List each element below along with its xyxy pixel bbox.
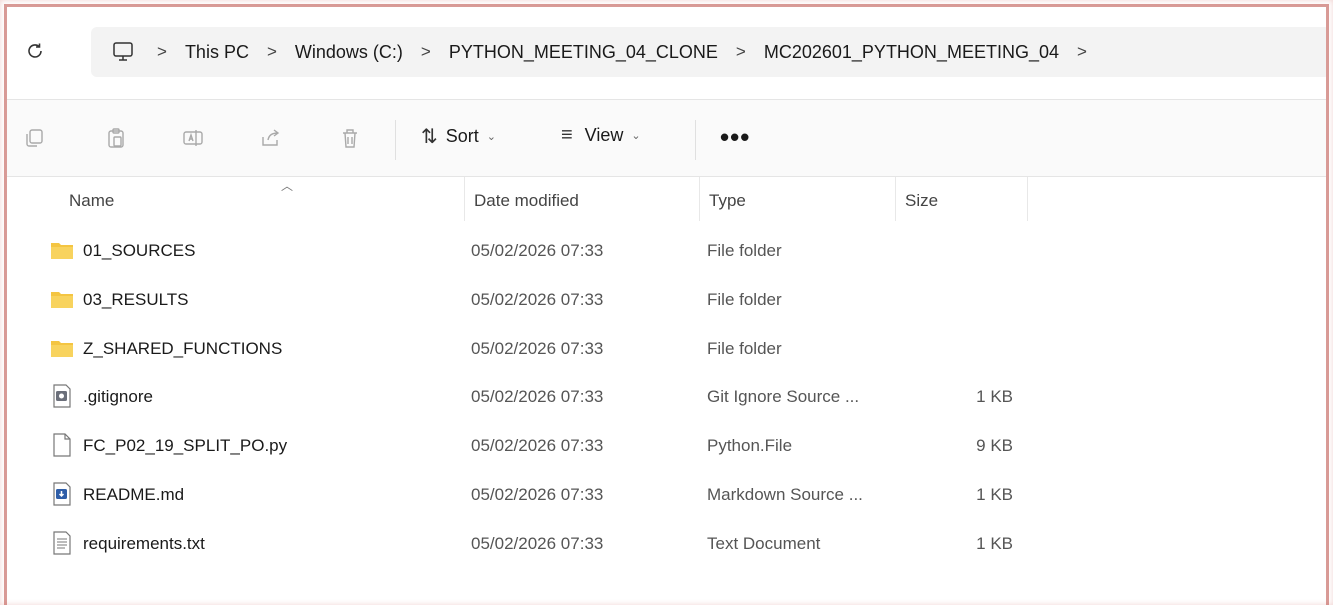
folder-icon: [51, 291, 73, 308]
file-date: 05/02/2026 07:33: [471, 289, 604, 309]
column-header: ︿ Name Date modified Type Size: [7, 177, 1326, 225]
file-type: File folder: [707, 289, 782, 309]
column-name[interactable]: Name: [69, 191, 114, 211]
file-size: 1 KB: [976, 484, 1013, 504]
file-size: 9 KB: [976, 436, 1013, 456]
chevron-right-icon[interactable]: >: [421, 42, 431, 62]
file-type: Git Ignore Source ...: [707, 387, 860, 407]
delete-icon[interactable]: [337, 125, 363, 151]
file-size: 1 KB: [976, 533, 1013, 553]
computer-icon[interactable]: [111, 41, 135, 63]
command-bar: ⇅ Sort ⌄ ≡ View ⌄ •••: [7, 100, 1326, 177]
sort-icon: ⇅: [421, 126, 438, 148]
share-icon[interactable]: [257, 125, 283, 151]
breadcrumb-item-clone-folder[interactable]: PYTHON_MEETING_04_CLONE: [449, 42, 718, 63]
file-type: Python.File: [707, 436, 793, 456]
sort-label: Sort: [445, 126, 479, 146]
sort-button[interactable]: ⇅ Sort ⌄: [421, 124, 496, 149]
address-row: > This PC > Windows (C:) > PYTHON_MEETIN…: [7, 7, 1326, 100]
column-date-modified[interactable]: Date modified: [474, 191, 579, 211]
chevron-right-icon[interactable]: >: [1077, 42, 1087, 62]
sort-ascending-icon: ︿: [281, 179, 294, 193]
file-name: requirements.txt: [83, 533, 205, 553]
column-divider[interactable]: [895, 177, 896, 221]
file-row[interactable]: requirements.txt 05/02/2026 07:33 Text D…: [7, 519, 1326, 568]
text-file-icon: [53, 531, 71, 555]
file-type: Text Document: [707, 533, 821, 553]
file-row[interactable]: FC_P02_19_SPLIT_PO.py 05/02/2026 07:33 P…: [7, 421, 1326, 470]
file-size: 1 KB: [976, 387, 1013, 407]
file-type: Markdown Source ...: [707, 484, 863, 504]
chevron-down-icon: ⌄: [486, 131, 496, 143]
file-name: FC_P02_19_SPLIT_PO.py: [83, 436, 288, 456]
column-size[interactable]: Size: [905, 191, 938, 211]
explorer-window: > This PC > Windows (C:) > PYTHON_MEETIN…: [4, 4, 1329, 605]
file-list: 01_SOURCES 05/02/2026 07:33 File folder …: [7, 226, 1326, 568]
more-options-icon[interactable]: •••: [720, 122, 750, 153]
file-date: 05/02/2026 07:33: [471, 533, 604, 553]
copy-icon[interactable]: [21, 125, 47, 151]
breadcrumb[interactable]: > This PC > Windows (C:) > PYTHON_MEETIN…: [91, 27, 1326, 77]
file-row[interactable]: README.md 05/02/2026 07:33 Markdown Sour…: [7, 470, 1326, 519]
file-type: File folder: [707, 241, 782, 260]
file-type: File folder: [707, 338, 782, 358]
chevron-down-icon: ⌄: [631, 130, 641, 142]
refresh-icon[interactable]: [23, 39, 47, 63]
folder-icon: [51, 340, 73, 357]
breadcrumb-item-this-pc[interactable]: This PC: [185, 42, 249, 63]
toolbar-divider: [695, 120, 696, 160]
file-row[interactable]: Z_SHARED_FUNCTIONS 05/02/2026 07:33 File…: [7, 324, 1326, 373]
folder-icon: [51, 243, 73, 259]
view-label: View: [584, 125, 624, 145]
column-divider[interactable]: [1027, 177, 1028, 221]
file-date: 05/02/2026 07:33: [471, 484, 604, 504]
toolbar-divider: [395, 120, 396, 160]
chevron-right-icon[interactable]: >: [736, 42, 746, 62]
view-icon: ≡: [561, 124, 573, 146]
file-date: 05/02/2026 07:33: [471, 387, 604, 407]
file-row[interactable]: 01_SOURCES 05/02/2026 07:33 File folder: [7, 226, 1326, 275]
chevron-right-icon[interactable]: >: [267, 42, 277, 62]
paste-icon[interactable]: [103, 125, 129, 151]
file-row[interactable]: .gitignore 05/02/2026 07:33 Git Ignore S…: [7, 372, 1326, 421]
config-file-icon: [53, 384, 71, 408]
file-name: 01_SOURCES: [83, 241, 196, 260]
file-name: .gitignore: [83, 387, 153, 407]
breadcrumb-item-current-folder[interactable]: MC202601_PYTHON_MEETING_04: [764, 42, 1059, 63]
markdown-file-icon: [53, 482, 71, 506]
column-divider[interactable]: [464, 177, 465, 221]
rename-icon[interactable]: [180, 125, 206, 151]
column-type[interactable]: Type: [709, 191, 746, 211]
view-button[interactable]: ≡ View ⌄: [561, 124, 641, 147]
chevron-right-icon[interactable]: >: [157, 42, 167, 62]
blank-file-icon: [53, 433, 71, 457]
file-date: 05/02/2026 07:33: [471, 241, 604, 260]
breadcrumb-item-windows-c[interactable]: Windows (C:): [295, 42, 403, 63]
file-name: README.md: [83, 484, 185, 504]
column-divider[interactable]: [699, 177, 700, 221]
file-row[interactable]: 03_RESULTS 05/02/2026 07:33 File folder: [7, 275, 1326, 324]
file-name: Z_SHARED_FUNCTIONS: [83, 338, 283, 358]
file-name: 03_RESULTS: [83, 289, 189, 309]
file-date: 05/02/2026 07:33: [471, 338, 604, 358]
file-date: 05/02/2026 07:33: [471, 436, 604, 456]
